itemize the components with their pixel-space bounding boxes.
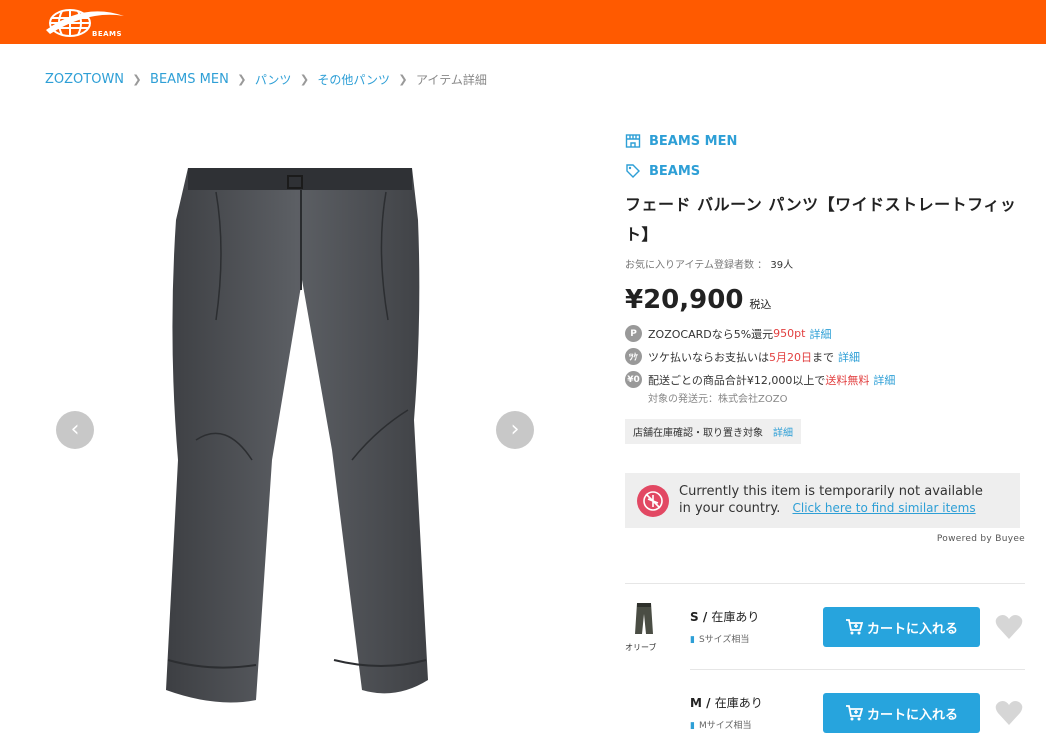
favorites-count: お気に入りアイテム登録者数 ： 39人 [625,256,1025,271]
brand-link[interactable]: BEAMS [649,164,700,179]
sku-fit: ▮ Sサイズ相当 [690,632,749,645]
tsuke-icon: ﾂｹ [625,348,642,365]
product-title: フェード バルーン パンツ【ワイドストレートフィット】 [625,195,1017,244]
sku-separator: / [698,610,712,624]
perk-free-shipping: ¥0 配送ごとの商品合計¥12,000以上で 送料無料 詳細 [625,371,1025,388]
tax-label: 税込 [749,298,772,311]
sku-fit-label: Mサイズ相当 [698,721,752,731]
perk-highlight: 950pt [773,327,806,340]
gallery-prev-button[interactable]: ‹ [56,411,94,449]
buyee-notice: Currently this item is temporarily not a… [625,473,1020,528]
add-to-cart-label: カートに入れる [866,621,958,637]
product-image[interactable] [156,160,436,720]
color-swatch-thumbnail[interactable] [625,600,663,638]
perks-list: P ZOZOCARDなら5%還元 950pt 詳細 ﾂｹ ツケ払いならお支払いは… [625,325,1025,405]
store-tag-detail-link[interactable]: 詳細 [773,424,793,439]
sku-stock: 在庫あり [711,610,760,624]
buyee-line-1: Currently this item is temporarily not a… [679,484,983,499]
price-row: ¥20,900 税込 [625,285,1025,315]
add-to-cart-label: カートに入れる [866,707,958,723]
perk-detail-link[interactable]: 詳細 [809,326,831,342]
color-name: オリーブ [625,643,657,652]
chevron-right-icon: ❯ [237,73,247,86]
sku-fit-label: Sサイズ相当 [698,635,750,645]
favorite-heart-icon[interactable] [995,700,1023,726]
buyee-icon [637,484,669,517]
breadcrumb: ZOZOTOWN ❯ BEAMS MEN ❯ パンツ ❯ その他パンツ ❯ アイ… [45,71,487,88]
top-bar: BEAMS [0,0,1046,44]
breadcrumb-shop[interactable]: BEAMS MEN [150,72,229,87]
free-shipping-icon: ¥0 [625,371,642,388]
breadcrumb-subcategory[interactable]: その他パンツ [317,71,390,88]
shop-icon [625,134,641,148]
logo-text: BEAMS [92,30,123,38]
sku-size-stock: M / 在庫あり [690,694,763,711]
favorites-label: お気に入りアイテム登録者数 ： [625,260,768,271]
chevron-right-icon: ❯ [132,73,142,86]
person-icon: ▮ [690,635,695,645]
buyee-line-2: in your country. [679,501,781,516]
chevron-right-icon: › [510,417,520,442]
sku-size-stock: S / 在庫あり [690,608,759,625]
tag-icon [626,164,640,178]
perk-zozocard: P ZOZOCARDなら5%還元 950pt 詳細 [625,325,1025,342]
cart-icon [845,705,863,721]
perk-text: 配送ごとの商品合計¥12,000以上で [648,373,826,387]
breadcrumb-zozotown[interactable]: ZOZOTOWN [45,72,124,87]
sku-row-s: S / 在庫あり ▮ Sサイズ相当 カートに入れる [690,583,1025,670]
sku-stock: 在庫あり [714,696,763,710]
sku-size: M [690,696,702,710]
add-to-cart-button[interactable]: カートに入れる [823,607,980,647]
product-gallery: ‹ › [56,120,536,736]
sku-separator: / [701,696,715,710]
chevron-left-icon: ‹ [70,417,80,442]
sku-row-m: M / 在庫あり ▮ Mサイズ相当 カートに入れる [690,669,1025,755]
breadcrumb-current: アイテム詳細 [416,73,487,87]
buyee-message: Currently this item is temporarily not a… [679,484,983,517]
favorites-value: 39人 [770,260,794,271]
cart-icon [845,619,863,635]
chevron-right-icon: ❯ [398,73,408,86]
favorite-heart-icon[interactable] [995,614,1023,640]
price: ¥20,900 [625,285,744,315]
store-tag-label: 店舗在庫確認・取り置き対象 [633,428,763,439]
gallery-next-button[interactable]: › [496,411,534,449]
shipper-note: 対象の発送元：株式会社ZOZO [648,394,788,405]
brand-row: BEAMS [625,160,1025,182]
similar-items-link[interactable]: Click here to find similar items [792,501,975,515]
perk-detail-link[interactable]: 詳細 [873,372,895,388]
perk-detail-link[interactable]: 詳細 [838,349,860,365]
perk-highlight: 送料無料 [825,373,870,387]
powered-by-buyee: Powered by Buyee [936,534,1025,544]
point-icon: P [625,325,642,342]
shop-row: BEAMS MEN [625,130,1025,152]
sku-size: S [690,610,699,624]
store-stock-tag: 店舗在庫確認・取り置き対象 詳細 [625,419,801,444]
breadcrumb-category[interactable]: パンツ [255,71,292,88]
shop-link[interactable]: BEAMS MEN [649,134,737,149]
sku-fit: ▮ Mサイズ相当 [690,718,751,731]
product-info: BEAMS MEN BEAMS フェード バルーン パンツ【ワイドストレートフィ… [625,130,1025,544]
add-to-cart-button[interactable]: カートに入れる [823,693,980,733]
perk-text: ツケ払いならお支払いは [648,350,769,364]
person-icon: ▮ [690,721,695,731]
chevron-right-icon: ❯ [299,73,310,86]
perk-text-suffix: まで [812,350,834,364]
perk-highlight: 5月20日 [769,350,812,364]
perk-tsuke: ﾂｹ ツケ払いならお支払いは 5月20日 まで 詳細 [625,348,1025,365]
perk-text: ZOZOCARDなら5%還元 [648,327,774,341]
